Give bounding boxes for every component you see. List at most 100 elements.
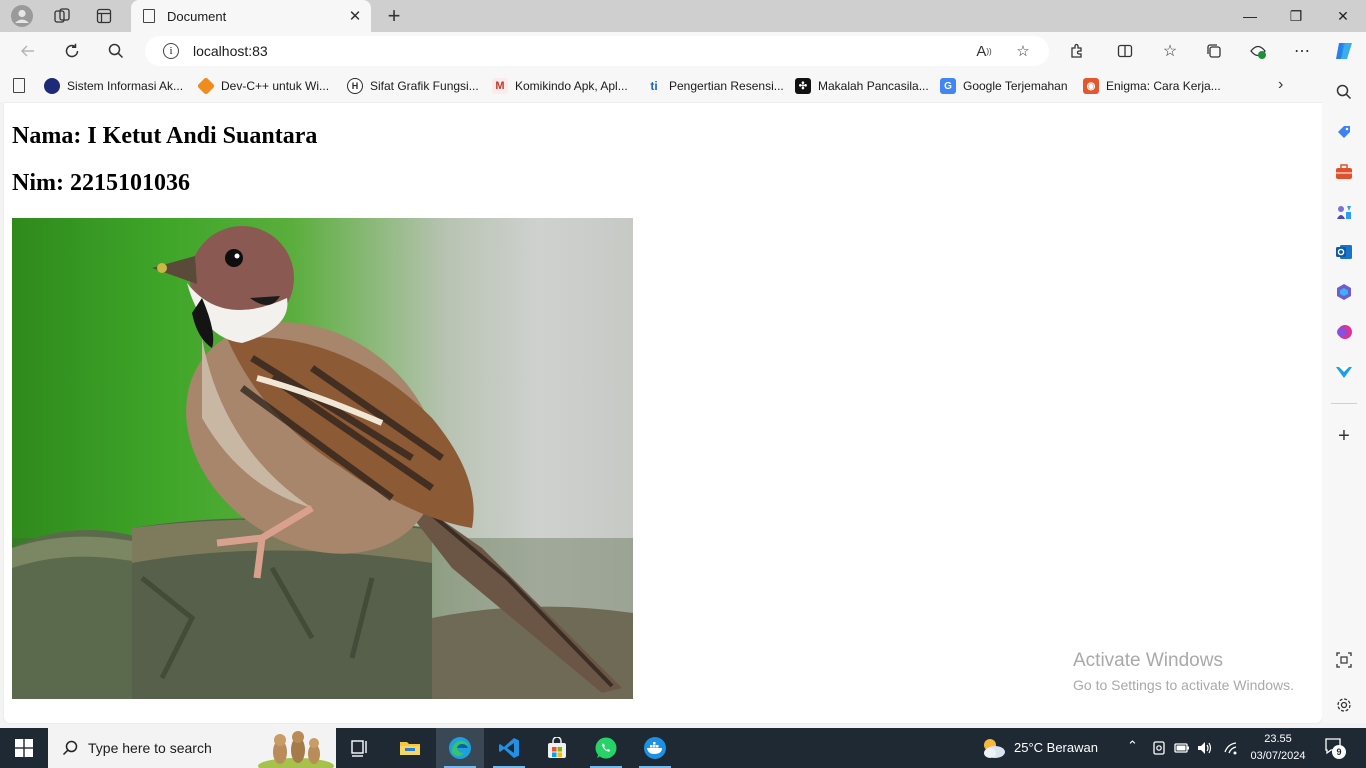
partly-cloudy-icon [984, 739, 1005, 758]
bookmark-item[interactable]: ti Pengertian Resensi... [646, 78, 784, 94]
store-taskbar-button[interactable] [533, 728, 581, 768]
address-bar[interactable]: i localhost:83 A)) ☆ [145, 36, 1049, 66]
edge-sidebar: + [1322, 70, 1366, 723]
send-drop-icon[interactable] [1334, 362, 1354, 382]
dev-cpp-icon [196, 76, 216, 96]
folder-icon [400, 742, 420, 755]
black-site-icon: ✣ [795, 78, 811, 94]
refresh-button[interactable] [57, 36, 87, 66]
add-sidebar-app-icon[interactable]: + [1334, 425, 1354, 447]
split-screen-icon[interactable] [1112, 38, 1138, 64]
screenshot-icon[interactable] [1334, 650, 1354, 670]
games-icon[interactable] [1334, 202, 1354, 222]
extensions-icon[interactable] [1064, 38, 1090, 64]
sparrow-image [12, 218, 633, 699]
name-heading: Nama: I Ketut Andi Suantara [12, 123, 318, 149]
close-button[interactable]: ✕ [1320, 0, 1366, 32]
bookmark-label: Dev-C++ untuk Wi... [221, 79, 330, 93]
browser-essentials-icon[interactable] [1245, 38, 1271, 64]
google-translate-icon: G [940, 78, 956, 94]
collections-icon[interactable] [1201, 38, 1227, 64]
read-aloud-icon[interactable]: A)) [973, 40, 995, 62]
bookmark-item[interactable]: ✣ Makalah Pancasila... [795, 78, 929, 94]
windows-taskbar: Type here to search 25°C Berawan ⌃ 23.55… [0, 728, 1366, 768]
watermark-subtitle: Go to Settings to activate Windows. [1073, 677, 1294, 693]
ti-site-icon: ti [650, 79, 658, 93]
vscode-taskbar-button[interactable] [485, 728, 533, 768]
minimize-button[interactable]: — [1227, 0, 1273, 32]
vertical-tabs-icon [96, 8, 112, 24]
volume-icon[interactable] [1197, 741, 1213, 755]
microsoft365-icon[interactable] [1334, 282, 1354, 302]
file-explorer-button[interactable] [386, 728, 434, 768]
whatsapp-icon [595, 737, 617, 759]
vscode-icon [499, 738, 519, 758]
tab-document[interactable]: Document ✕ [131, 0, 371, 32]
bookmark-label: Makalah Pancasila... [818, 79, 929, 93]
clock-date: 03/07/2024 [1250, 750, 1306, 762]
favorite-star-icon[interactable]: ☆ [1012, 40, 1034, 62]
workspaces-button[interactable] [44, 0, 80, 32]
microsoft-store-icon [548, 737, 566, 758]
shopping-tag-icon[interactable] [1334, 122, 1354, 142]
whatsapp-taskbar-button[interactable] [582, 728, 630, 768]
bookmark-label: Enigma: Cara Kerja... [1106, 79, 1221, 93]
browser-toolbar: i localhost:83 A)) ☆ ☆ ⋯ [0, 32, 1366, 70]
nim-heading: Nim: 2215101036 [12, 170, 190, 196]
meerkat-illustration-icon [258, 731, 334, 768]
taskbar-search[interactable]: Type here to search [48, 728, 336, 768]
bookmark-label: Komikindo Apk, Apl... [515, 79, 628, 93]
clock[interactable]: 23.55 03/07/2024 [1249, 731, 1307, 765]
favorites-icon[interactable]: ☆ [1157, 38, 1183, 64]
bookmark-label: Pengertian Resensi... [669, 79, 784, 93]
profile-button[interactable] [4, 0, 40, 32]
network-icon[interactable] [1222, 741, 1238, 755]
designer-icon[interactable] [1334, 322, 1354, 342]
bookmark-item[interactable]: Sistem Informasi Ak... [44, 78, 183, 94]
start-button[interactable] [0, 728, 48, 768]
sidebar-search-icon[interactable] [1334, 82, 1354, 102]
search-icon [108, 43, 124, 59]
tab-actions-button[interactable] [86, 0, 122, 32]
url-text[interactable]: localhost:83 [193, 43, 268, 59]
outlook-icon[interactable] [1334, 242, 1354, 262]
bookmark-item[interactable]: Dev-C++ untuk Wi... [196, 76, 330, 96]
page-content: Nama: I Ketut Andi Suantara Nim: 2215101… [4, 103, 1322, 723]
bookmark-label: Sistem Informasi Ak... [67, 79, 184, 93]
bookmark-item[interactable]: ◉ Enigma: Cara Kerja... [1083, 78, 1221, 94]
tools-briefcase-icon[interactable] [1334, 162, 1354, 182]
sidebar-settings-icon[interactable] [1334, 695, 1354, 715]
task-view-icon [351, 740, 367, 757]
windows-logo-icon [15, 739, 33, 757]
battery-icon[interactable] [1174, 742, 1190, 754]
docker-taskbar-button[interactable] [631, 728, 679, 768]
tab-title: Document [167, 8, 227, 24]
notification-center-button[interactable]: 9 [1324, 737, 1346, 759]
site-info-icon[interactable]: i [163, 43, 179, 59]
university-logo-icon [44, 78, 60, 94]
search-button[interactable] [101, 36, 131, 66]
profile-icon [11, 5, 33, 27]
sidebar-divider [1331, 403, 1357, 404]
h-site-icon: H [347, 78, 363, 94]
device-icon[interactable] [1152, 741, 1166, 755]
more-options-icon[interactable]: ⋯ [1289, 38, 1315, 64]
task-view-button[interactable] [336, 728, 384, 768]
search-placeholder[interactable]: Type here to search [88, 740, 212, 756]
back-button[interactable] [13, 36, 43, 66]
new-tab-button[interactable]: + [380, 2, 408, 30]
bookmarks-bar: Sistem Informasi Ak... Dev-C++ untuk Wi.… [0, 70, 1366, 102]
copilot-icon[interactable] [1331, 38, 1357, 64]
page-icon [143, 9, 155, 23]
chevron-right-icon[interactable]: › [1278, 76, 1283, 94]
enigma-site-icon: ◉ [1083, 78, 1099, 94]
chevron-up-icon[interactable]: ⌃ [1127, 738, 1138, 754]
tab-close-icon[interactable]: ✕ [343, 7, 367, 25]
maximize-button[interactable]: ❐ [1273, 0, 1319, 32]
edge-taskbar-button[interactable] [436, 728, 484, 768]
bookmark-item[interactable]: G Google Terjemahan [940, 78, 1068, 94]
edge-icon [449, 737, 471, 759]
weather-text[interactable]: 25°C Berawan [1014, 740, 1098, 755]
bookmark-item[interactable]: H Sifat Grafik Fungsi... [347, 78, 479, 94]
bookmark-item[interactable]: M Komikindo Apk, Apl... [492, 78, 628, 94]
